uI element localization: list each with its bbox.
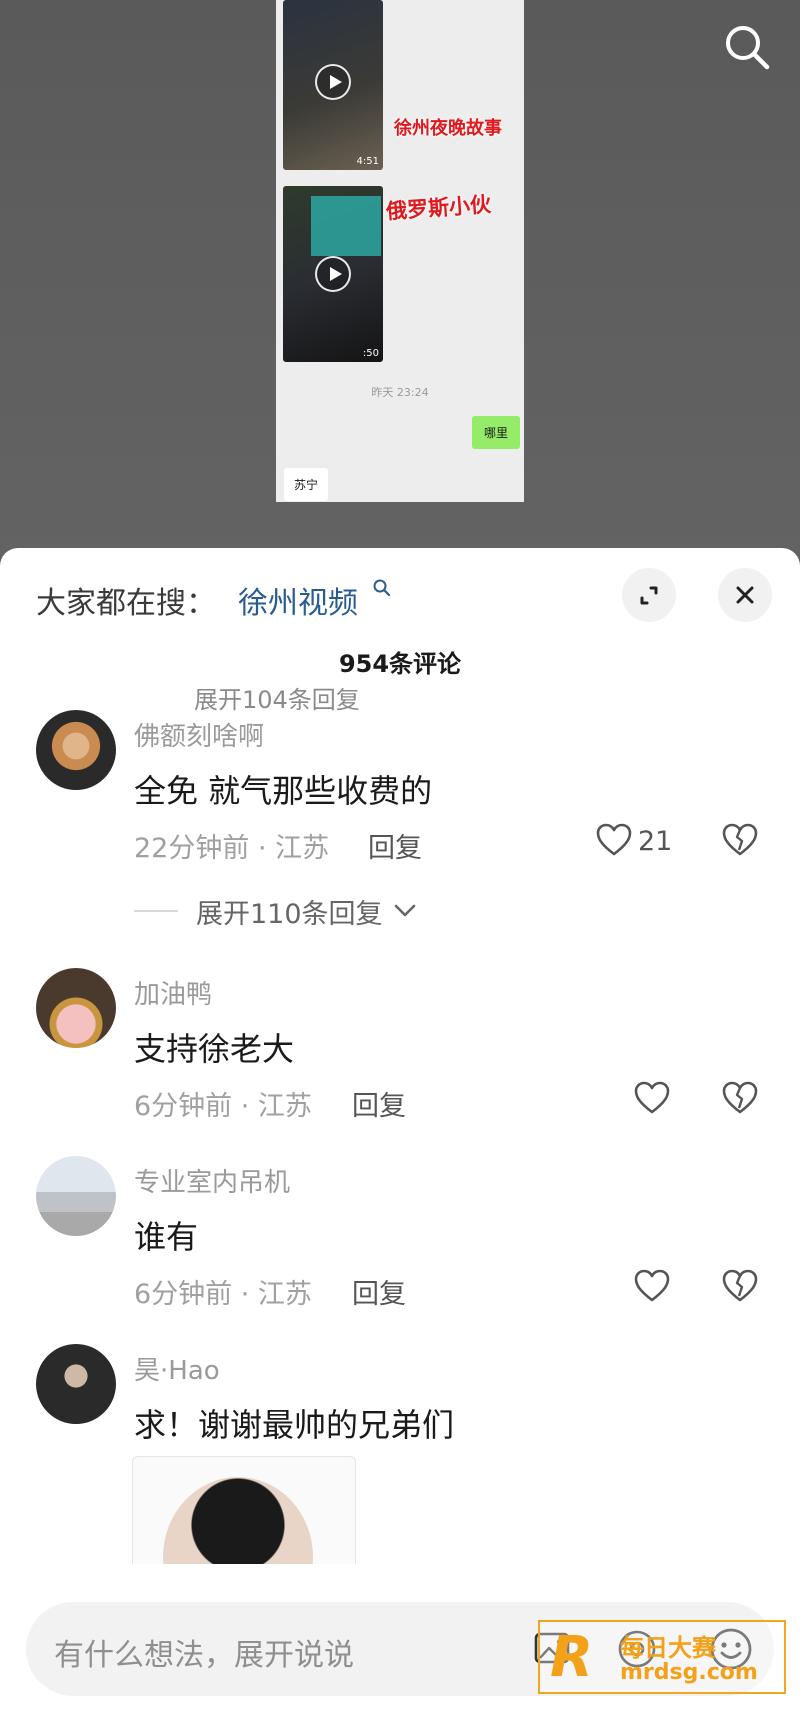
avatar[interactable] [36, 1344, 116, 1424]
comment-time-location: 6分钟前 · 江苏 [134, 1279, 312, 1310]
watermark-letter: R [550, 1625, 594, 1690]
reply-button[interactable]: 回复 [352, 1272, 406, 1311]
close-button[interactable] [718, 568, 772, 622]
comment-username[interactable]: 专业室内吊机 [134, 1162, 290, 1199]
watermark-domain: mrdsg.com [620, 1660, 758, 1685]
expand-replies-label: 展开110条回复 [196, 899, 383, 930]
comment-sheet: 大家都在搜： 徐州视频 954条评论 展开104条回复 佛额刻啥啊 全免 就气那… [0, 548, 800, 1709]
chat-bubble-received: 苏宁 [284, 468, 329, 501]
close-icon [736, 586, 754, 604]
comment-username[interactable]: 加油鸭 [134, 974, 212, 1011]
comment-list[interactable]: 展开104条回复 佛额刻啥啊 全免 就气那些收费的 22分钟前 · 江苏 回复 … [0, 684, 800, 1564]
comment-text: 支持徐老大 [134, 1030, 295, 1068]
video-thumbnail-1: 4:51 [283, 0, 383, 170]
broken-heart-icon[interactable] [720, 1078, 760, 1118]
play-icon [315, 256, 351, 292]
reply-button[interactable]: 回复 [368, 826, 422, 865]
search-button[interactable] [720, 20, 774, 74]
comment-image[interactable] [132, 1456, 356, 1564]
play-icon [315, 64, 351, 100]
video-caption: 俄罗斯小伙 [385, 192, 492, 224]
search-icon [726, 26, 770, 70]
avatar[interactable] [36, 968, 116, 1048]
search-icon [373, 579, 391, 597]
comment-input[interactable]: 有什么想法，展开说说 [54, 1630, 354, 1674]
comment-image-content [163, 1477, 313, 1564]
like-count: 21 [638, 826, 673, 857]
video-duration: 4:51 [356, 156, 379, 167]
broken-heart-icon[interactable] [720, 820, 760, 860]
comment-username[interactable]: 昊·Hao [134, 1350, 220, 1387]
led-screen [311, 196, 381, 256]
chevron-down-icon [394, 904, 416, 917]
comment-time-location: 22分钟前 · 江苏 [134, 833, 330, 864]
video-caption: 徐州夜晚故事 [394, 118, 502, 139]
comment-time-location: 6分钟前 · 江苏 [134, 1091, 312, 1122]
hot-search-label: 大家都在搜： [36, 586, 216, 621]
comment-username[interactable]: 佛额刻啥啊 [134, 716, 264, 753]
broken-heart-icon[interactable] [720, 1266, 760, 1306]
expand-replies-partial[interactable]: 展开104条回复 [194, 684, 360, 715]
hot-search-link[interactable]: 徐州视频 [238, 578, 358, 622]
video-player[interactable]: 4:51 徐州夜晚故事 :50 俄罗斯小伙 昨天 23:24 哪里 苏宁 [0, 0, 800, 560]
comment-text: 谁有 [134, 1218, 199, 1256]
comment-count: 954条评论 [338, 650, 462, 678]
avatar[interactable] [36, 710, 116, 790]
comment-text: 全免 就气那些收费的 [134, 772, 433, 810]
heart-icon[interactable] [594, 820, 634, 860]
chat-timestamp: 昨天 23:24 [371, 386, 429, 399]
heart-icon[interactable] [632, 1266, 672, 1306]
heart-icon[interactable] [632, 1078, 672, 1118]
video-duration: :50 [362, 348, 379, 359]
divider [134, 910, 178, 912]
watermark-logo: R 每日大赛 mrdsg.com [538, 1620, 786, 1694]
fullscreen-button[interactable] [622, 568, 676, 622]
comment-text: 求！谢谢最帅的兄弟们 [134, 1406, 455, 1444]
video-thumbnail-2: :50 [283, 186, 383, 362]
watermark-title: 每日大赛 [620, 1634, 716, 1662]
video-frame-chat-screenshot: 4:51 徐州夜晚故事 :50 俄罗斯小伙 昨天 23:24 哪里 苏宁 [276, 0, 524, 502]
chat-bubble-sent: 哪里 [471, 416, 520, 449]
expand-icon [640, 586, 658, 605]
reply-button[interactable]: 回复 [352, 1084, 406, 1123]
avatar[interactable] [36, 1156, 116, 1236]
